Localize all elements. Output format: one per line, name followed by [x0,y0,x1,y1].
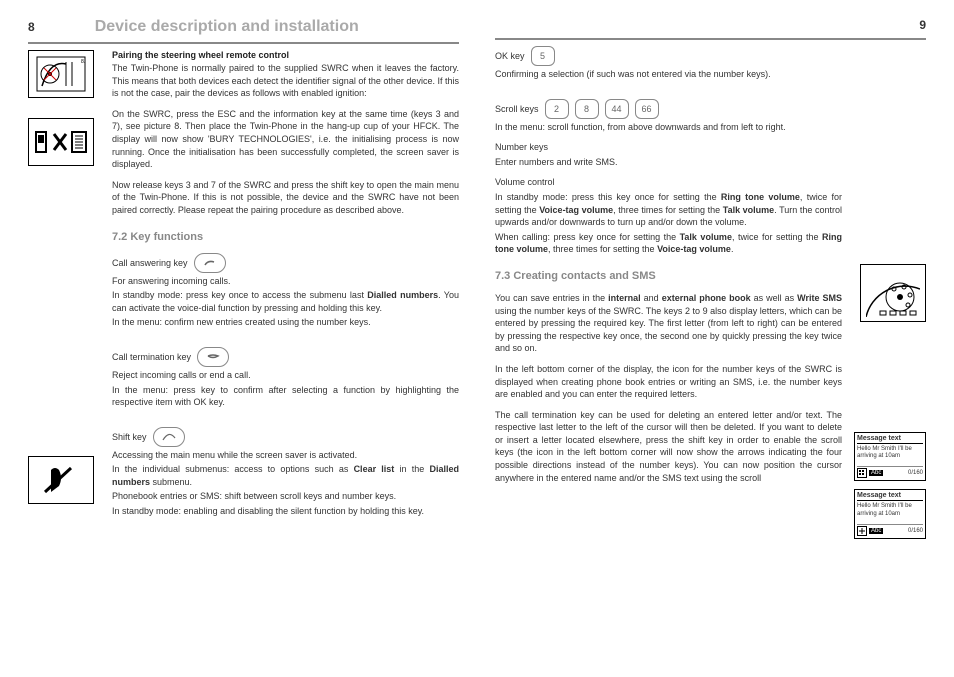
scroll-p1: In the menu: scroll function, from above… [495,121,842,134]
char-count-2: 0/160 [908,528,923,534]
figure-silent [28,456,94,504]
vol-p2: When calling: press key once for setting… [495,231,842,256]
right-text: OK key 5 Confirming a selection (if such… [495,46,842,547]
doc-title: Device description and installation [95,18,359,36]
call-answer-key-icon [194,253,226,273]
pairing-p1: The Twin-Phone is normally paired to the… [112,62,459,100]
figure-phone-x-sim [28,118,94,166]
ok-label: OK key [495,51,525,61]
call-term-key-icon [197,347,229,367]
shift-label: Shift key [112,432,147,442]
msg2-title: Message text [857,492,923,501]
c73-p2: In the left bottom corner of the display… [495,363,842,401]
msg1-title: Message text [857,435,923,444]
shift-row: Shift key [112,427,459,447]
scroll-key-down: 8 [575,99,599,119]
shift-p3: Phonebook entries or SMS: shift between … [112,490,459,503]
scroll-key-up: 2 [545,99,569,119]
pairing-p2: On the SWRC, press the ESC and the infor… [112,108,459,171]
msg1-footer: Abc 0/160 [857,466,923,478]
msg1-body: Hello Mr Smith I'll be arriving at 10am [857,446,923,460]
shift-p4: In standby mode: enabling and disabling … [112,505,459,518]
vol-p1: In standby mode: press this key once for… [495,191,842,229]
call-term-row: Call termination key [112,347,459,367]
rule-left [28,42,459,44]
figure-msg-2: Message text Hello Mr Smith I'll be arri… [854,489,926,538]
c73-p1: You can save entries in the internal and… [495,292,842,355]
figure-msg-1: Message text Hello Mr Smith I'll be arri… [854,432,926,481]
abc-badge-2: Abc [869,528,883,534]
shift-p2: In the individual submenus: access to op… [112,463,459,488]
pairing-p3: Now release keys 3 and 7 of the SWRC and… [112,179,459,217]
num-p1: Enter numbers and write SMS. [495,156,842,169]
document-spread: 8 Device description and installation 8. [0,0,954,557]
page-left: 8 Device description and installation 8. [28,18,459,547]
svg-text:8.: 8. [81,59,85,65]
grid-icon [857,468,867,478]
scroll-row: Scroll keys 2 8 44 66 [495,99,842,119]
left-text: Pairing the steering wheel remote contro… [112,50,459,526]
scroll-key-left: 44 [605,99,629,119]
phone-x-sim-icon [32,124,90,160]
page-number-right: 9 [919,18,926,32]
ok-row: OK key 5 [495,46,842,66]
call-ans-p3: In the menu: confirm new entries created… [112,316,459,329]
silent-icon [41,462,81,498]
page-number-left: 8 [28,20,35,34]
header-right: 9 [495,18,926,32]
figure-swrc: 8. [28,50,94,98]
section-7-2: 7.2 Key functions [112,231,459,243]
abc-badge: Abc [869,470,883,476]
pairing-heading: Pairing the steering wheel remote contro… [112,50,459,60]
shift-p1: Accessing the main menu while the screen… [112,449,459,462]
call-ans-p1: For answering incoming calls. [112,275,459,288]
c73-p3: The call termination key can be used for… [495,409,842,485]
msg2-footer: Abc 0/160 [857,524,923,536]
shift-key-icon [153,427,185,447]
call-term-label: Call termination key [112,352,191,362]
scroll-key-right: 66 [635,99,659,119]
call-term-p1: Reject incoming calls or end a call. [112,369,459,382]
dial-icon [866,269,920,317]
swrc-icon: 8. [36,56,86,92]
right-icon-gutter: Message text Hello Mr Smith I'll be arri… [856,46,926,547]
call-ans-p2: In standby mode: press key once to acces… [112,289,459,314]
page-right: 9 OK key 5 Confirming a selection (if su… [495,18,926,547]
call-answer-row: Call answering key [112,253,459,273]
section-7-3: 7.3 Creating contacts and SMS [495,270,842,282]
vol-label: Volume control [495,176,842,189]
num-label: Number keys [495,141,842,154]
left-icon-gutter: 8. [28,50,98,526]
figure-dial [860,264,926,322]
call-term-p2: In the menu: press key to confirm after … [112,384,459,409]
char-count: 0/160 [908,470,923,476]
scroll-label: Scroll keys [495,104,539,114]
msg2-body: Hello Mr Smith I'll be arriving at 10am [857,503,923,517]
ok-key-icon: 5 [531,46,555,66]
call-answer-label: Call answering key [112,258,188,268]
header-left: 8 Device description and installation [28,18,459,36]
rule-right [495,38,926,40]
ok-p1: Confirming a selection (if such was not … [495,68,842,81]
arrows-icon [857,526,867,536]
